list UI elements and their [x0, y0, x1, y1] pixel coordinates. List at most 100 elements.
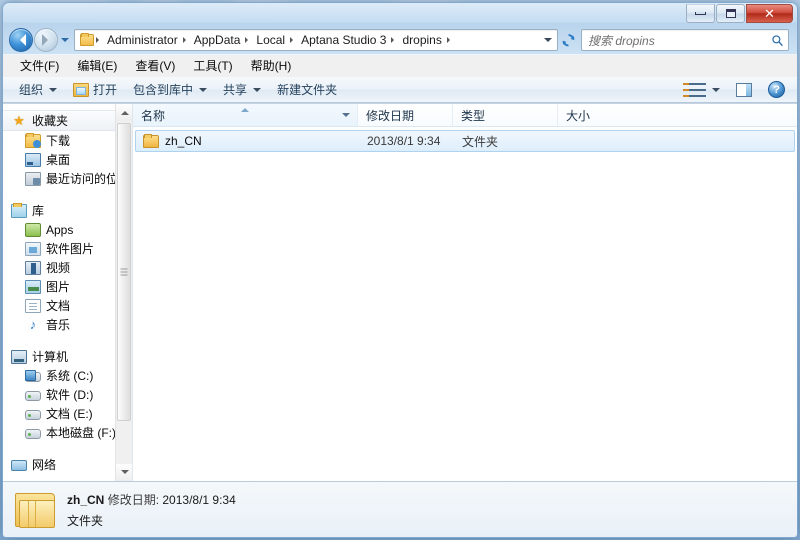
breadcrumb-item-dropins[interactable]: dropins [399, 31, 444, 49]
breadcrumb-separator[interactable] [446, 37, 453, 43]
navigation-pane: ★ 收藏夹 下载 桌面 最近访问的位置 库 Apps 软件图片 视频 图片 文档… [3, 104, 132, 481]
back-button[interactable] [9, 28, 33, 52]
arrow-left-icon [14, 34, 26, 46]
details-name: zh_CN [67, 492, 105, 507]
sidebar-item-network[interactable]: 网络 [3, 455, 132, 474]
organize-button[interactable]: 组织 [11, 78, 65, 101]
file-name: zh_CN [165, 134, 202, 148]
column-header-size[interactable]: 大小 [558, 104, 797, 126]
sidebar-item-drive-e[interactable]: 文档 (E:) [3, 404, 132, 423]
chevron-down-icon[interactable] [342, 113, 350, 121]
open-label: 打开 [93, 83, 118, 97]
scroll-up-button[interactable] [116, 104, 132, 121]
sidebar-item-downloads[interactable]: 下载 [3, 131, 132, 150]
menu-bar: 文件(F) 编辑(E) 查看(V) 工具(T) 帮助(H) [3, 55, 797, 77]
change-view-button[interactable] [681, 80, 728, 100]
explorer-body: ★ 收藏夹 下载 桌面 最近访问的位置 库 Apps 软件图片 视频 图片 文档… [3, 103, 797, 481]
drive-icon [25, 409, 41, 420]
menu-item-edit[interactable]: 编辑(E) [68, 54, 126, 77]
close-button[interactable]: ✕ [746, 4, 793, 23]
sidebar-item-videos[interactable]: 视频 [3, 258, 132, 277]
sidebar-item-label: 库 [32, 204, 45, 218]
close-icon: ✕ [764, 5, 775, 21]
details-text: zh_CN 修改日期: 2013/8/1 9:34 文件夹 [67, 491, 236, 529]
minimize-button[interactable] [686, 4, 715, 23]
cell-date-modified: 2013/8/1 9:34 [367, 134, 441, 148]
preview-pane-icon [736, 82, 752, 97]
sidebar-item-pictures[interactable]: 图片 [3, 277, 132, 296]
sidebar-item-apps[interactable]: Apps [3, 220, 132, 239]
open-button[interactable]: 打开 [65, 78, 125, 101]
nav-group-network: 网络 [3, 455, 132, 474]
nav-group-computer: 计算机 系统 (C:) 软件 (D:) 文档 (E:) 本地磁盘 (F:) [3, 347, 132, 442]
toolbar: 组织 打开 包含到库中 共享 新建文件夹 ? [3, 77, 797, 103]
documents-icon [25, 298, 41, 313]
include-in-library-button[interactable]: 包含到库中 [125, 78, 215, 101]
help-icon: ? [768, 81, 785, 98]
nav-group-libraries: 库 Apps 软件图片 视频 图片 文档 ♪ 音乐 [3, 201, 132, 334]
share-label: 共享 [223, 83, 248, 97]
sidebar-item-label: 本地磁盘 (F:) [46, 426, 116, 440]
breadcrumb-separator[interactable] [391, 37, 397, 43]
breadcrumb-item-local[interactable]: Local [253, 31, 288, 49]
sidebar-item-drive-d[interactable]: 软件 (D:) [3, 385, 132, 404]
column-header-label: 修改日期 [366, 108, 415, 123]
new-folder-button[interactable]: 新建文件夹 [269, 78, 345, 101]
sidebar-item-drive-c[interactable]: 系统 (C:) [3, 366, 132, 385]
breadcrumb-item-appdata[interactable]: AppData [191, 31, 244, 49]
sidebar-item-documents[interactable]: 文档 [3, 296, 132, 315]
recent-places-icon [25, 171, 41, 186]
column-header-name[interactable]: 名称 [133, 104, 358, 126]
refresh-button[interactable] [558, 29, 578, 51]
forward-button[interactable] [34, 28, 58, 52]
computer-icon [11, 349, 27, 364]
sidebar-item-computer[interactable]: 计算机 [3, 347, 132, 366]
preview-pane-button[interactable] [728, 80, 760, 100]
share-with-button[interactable]: 共享 [215, 78, 269, 101]
search-box[interactable]: 搜索 dropins [581, 29, 789, 51]
column-header-label: 名称 [141, 108, 166, 123]
menu-item-help[interactable]: 帮助(H) [242, 54, 301, 77]
file-list: zh_CN 2013/8/1 9:34 文件夹 [133, 127, 797, 152]
menu-item-file[interactable]: 文件(F) [11, 54, 68, 77]
scroll-down-button[interactable] [116, 464, 132, 481]
maximize-button[interactable] [716, 4, 745, 23]
sidebar-item-drive-f[interactable]: 本地磁盘 (F:) [3, 423, 132, 442]
chevron-down-icon [712, 87, 720, 96]
search-input[interactable]: 搜索 dropins [588, 32, 771, 49]
sidebar-item-recent-places[interactable]: 最近访问的位置 [3, 169, 132, 188]
sidebar-item-label: 图片 [46, 280, 71, 294]
sidebar-item-software-pictures[interactable]: 软件图片 [3, 239, 132, 258]
title-bar[interactable]: ✕ [3, 3, 797, 25]
sidebar-item-label: 文档 (E:) [46, 407, 93, 421]
column-header-label: 类型 [461, 108, 486, 123]
scrollbar-thumb[interactable] [117, 123, 131, 421]
sidebar-item-desktop[interactable]: 桌面 [3, 150, 132, 169]
recent-locations-button[interactable] [58, 28, 71, 52]
breadcrumb-separator[interactable] [290, 37, 296, 43]
help-button[interactable]: ? [760, 78, 793, 101]
sidebar-item-music[interactable]: ♪ 音乐 [3, 315, 132, 334]
breadcrumb-separator[interactable] [182, 37, 189, 43]
address-bar[interactable]: Administrator AppData Local Aptana Studi… [74, 29, 558, 51]
sidebar-item-libraries[interactable]: 库 [3, 201, 132, 220]
menu-item-tools[interactable]: 工具(T) [184, 54, 241, 77]
folder-large-icon [13, 491, 57, 529]
sidebar-item-favorites[interactable]: ★ 收藏夹 [3, 110, 132, 131]
table-row[interactable]: zh_CN 2013/8/1 9:34 文件夹 [135, 130, 795, 152]
chevron-down-icon [120, 470, 129, 478]
address-dropdown-button[interactable] [540, 34, 555, 46]
breadcrumb-separator[interactable] [245, 37, 251, 43]
address-bar-row: Administrator AppData Local Aptana Studi… [3, 25, 797, 55]
cell-type: 文件夹 [462, 134, 499, 149]
sort-ascending-icon [241, 104, 249, 112]
navigation-scrollbar[interactable] [115, 104, 132, 481]
sidebar-item-label: 音乐 [46, 318, 71, 332]
column-header-type[interactable]: 类型 [453, 104, 558, 126]
menu-item-view[interactable]: 查看(V) [126, 54, 184, 77]
details-type: 文件夹 [67, 513, 104, 528]
breadcrumb-item-administrator[interactable]: Administrator [104, 31, 181, 49]
chevron-up-icon [120, 107, 129, 115]
breadcrumb-item-aptana-studio-3[interactable]: Aptana Studio 3 [298, 31, 389, 49]
column-header-date-modified[interactable]: 修改日期 [358, 104, 453, 126]
